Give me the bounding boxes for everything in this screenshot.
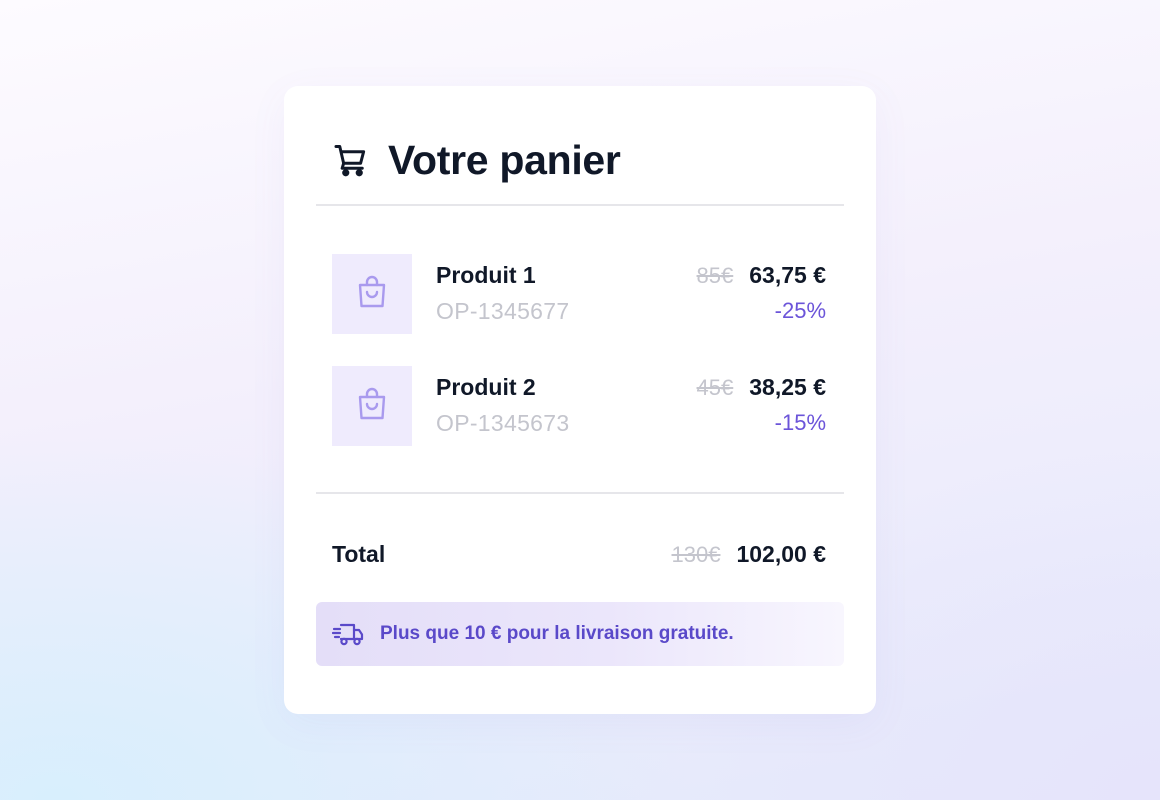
total-prices: 130€ 102,00 € <box>672 541 826 568</box>
cart-header: Votre panier <box>332 136 621 183</box>
product-sku: OP-1345673 <box>436 410 570 436</box>
product-thumbnail <box>332 366 412 446</box>
product-name: Produit 1 <box>436 262 536 288</box>
discount-badge: -25% <box>774 298 826 323</box>
divider <box>316 204 844 206</box>
original-price: 45€ <box>696 375 734 400</box>
shopping-bag-icon <box>356 387 388 426</box>
product-prices: 45€ 38,25 € <box>697 374 826 401</box>
product-thumbnail <box>332 254 412 334</box>
shipping-message: Plus que 10 € pour la livraison gratuite… <box>380 623 734 644</box>
original-price: 85€ <box>696 263 734 288</box>
product-name: Produit 2 <box>436 374 536 400</box>
cart-item[interactable]: Produit 2 OP-1345673 45€ 38,25 € -15% <box>332 366 826 446</box>
cart-total: Total 130€ 102,00 € <box>332 541 826 571</box>
cart-icon <box>332 141 370 179</box>
cart-card: Votre panier Produit 1 OP-1345677 85€ 63… <box>284 86 876 714</box>
fast-delivery-truck-icon <box>332 620 364 648</box>
product-prices: 85€ 63,75 € <box>697 262 826 289</box>
shopping-bag-icon <box>356 275 388 314</box>
discount-badge: -15% <box>774 410 826 435</box>
cart-item[interactable]: Produit 1 OP-1345677 85€ 63,75 € -25% <box>332 254 826 334</box>
discounted-price: 38,25 € <box>749 374 826 400</box>
product-sku: OP-1345677 <box>436 298 570 324</box>
discounted-price: 63,75 € <box>749 262 826 288</box>
page-title: Votre panier <box>388 136 621 183</box>
divider <box>316 492 844 494</box>
total-original-price: 130€ <box>671 542 721 567</box>
total-price: 102,00 € <box>736 541 826 567</box>
total-label: Total <box>332 541 386 567</box>
free-shipping-banner: Plus que 10 € pour la livraison gratuite… <box>316 602 844 666</box>
